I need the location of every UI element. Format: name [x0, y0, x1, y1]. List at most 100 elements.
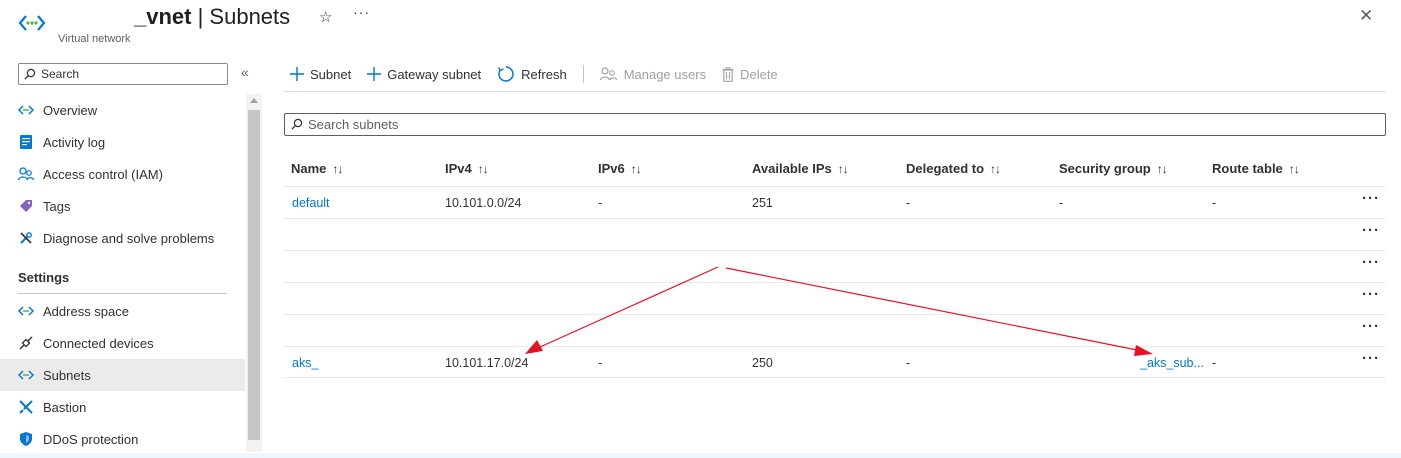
row-more-button[interactable]: ···	[1362, 287, 1380, 302]
add-gateway-subnet-button[interactable]: Gateway subnet	[367, 67, 481, 82]
sidebar-item-label: Connected devices	[43, 335, 154, 351]
row-more-button[interactable]: ···	[1362, 319, 1380, 334]
delete-label: Delete	[740, 66, 778, 82]
column-header-route-table[interactable]: Route table ↑↓	[1212, 161, 1300, 176]
sidebar-search-input[interactable]: Search	[18, 63, 228, 85]
row-more-button[interactable]: ···	[1362, 351, 1380, 366]
sidebar-item-label: Diagnose and solve problems	[43, 230, 215, 246]
row-more-button[interactable]: ···	[1362, 223, 1380, 238]
resource-type-label: Virtual network	[58, 33, 131, 45]
plus-icon	[290, 67, 304, 81]
sort-icon: ↑↓	[477, 162, 489, 176]
people-icon	[599, 67, 618, 81]
manage-users-label: Manage users	[623, 66, 707, 82]
settings-section-label: Settings	[18, 270, 70, 285]
sidebar-scrollbar[interactable]	[246, 94, 262, 452]
toolbar-divider	[283, 91, 1386, 92]
section-divider	[18, 293, 227, 294]
available-ips-cell: 250	[752, 356, 773, 370]
search-subnets-input[interactable]: Search subnets	[284, 113, 1386, 136]
column-header-delegated-to[interactable]: Delegated to ↑↓	[906, 161, 1001, 176]
refresh-icon	[497, 65, 515, 83]
subnet-name-link[interactable]: default	[292, 196, 330, 210]
subnet-name-link[interactable]: aks_	[292, 356, 318, 370]
ipv4-cell: 10.101.0.0/24	[445, 196, 522, 210]
vnet-icon	[18, 367, 34, 383]
sort-icon: ↑↓	[1288, 162, 1300, 176]
refresh-label: Refresh	[521, 66, 567, 82]
sort-icon: ↑↓	[332, 162, 343, 176]
sidebar-item-label: Bastion	[43, 399, 87, 415]
table-row[interactable]: ···	[283, 314, 1386, 346]
sidebar-item-label: Tags	[43, 198, 71, 214]
collapse-sidebar-button[interactable]: «	[241, 64, 249, 80]
sidebar-item-bastion[interactable]: Bastion	[0, 391, 245, 423]
sort-icon: ↑↓	[630, 162, 642, 176]
activity-log-icon	[18, 134, 34, 150]
column-header-name[interactable]: Name ↑↓	[291, 161, 343, 176]
favorite-star-icon[interactable]: ☆	[319, 8, 332, 26]
manage-users-button[interactable]: Manage users	[599, 66, 707, 82]
sidebar-item-overview[interactable]: Overview	[0, 94, 245, 126]
sidebar-item-access-control[interactable]: Access control (IAM)	[0, 158, 245, 190]
plus-icon	[367, 67, 382, 81]
close-button[interactable]: ✕	[1359, 6, 1373, 26]
delete-button[interactable]: Delete	[722, 67, 778, 82]
command-bar: Subnet Gateway subnet Refresh Manage use…	[290, 63, 794, 85]
bastion-icon	[18, 399, 34, 415]
sidebar-item-diagnose[interactable]: Diagnose and solve problems	[0, 222, 245, 254]
sort-icon: ↑↓	[990, 162, 1001, 176]
sidebar-item-tags[interactable]: Tags	[0, 190, 245, 222]
vnet-icon	[18, 15, 46, 31]
row-more-button[interactable]: ···	[1362, 191, 1380, 206]
table-row[interactable]: ···	[283, 250, 1386, 282]
security-group-link[interactable]: _aks_sub...	[1140, 356, 1204, 370]
sidebar-item-activity-log[interactable]: Activity log	[0, 126, 245, 158]
page-title: _vnet | Subnets	[134, 4, 291, 29]
sidebar-item-connected-devices[interactable]: Connected devices	[0, 327, 245, 359]
toolbar-separator	[582, 65, 584, 83]
sidebar-search-placeholder: Search	[41, 67, 80, 81]
column-header-ipv6[interactable]: IPv6 ↑↓	[598, 161, 642, 176]
available-ips-cell: 251	[752, 196, 773, 210]
row-more-button[interactable]: ···	[1362, 255, 1380, 270]
ipv4-cell: 10.101.17.0/24	[445, 356, 529, 370]
bottom-bar	[0, 453, 1401, 458]
search-icon	[24, 68, 36, 80]
add-subnet-label: Subnet	[310, 66, 352, 82]
security-group-cell: -	[1059, 196, 1064, 210]
column-header-available-ips[interactable]: Available IPs ↑↓	[752, 161, 849, 176]
ipv6-cell: -	[598, 196, 603, 210]
scrollbar-thumb[interactable]	[248, 110, 260, 440]
sidebar-item-label: Overview	[43, 102, 98, 118]
search-icon	[291, 118, 303, 130]
column-header-ipv4[interactable]: IPv4 ↑↓	[445, 161, 489, 176]
sidebar-item-label: Activity log	[43, 134, 106, 150]
refresh-button[interactable]: Refresh	[497, 65, 567, 83]
scroll-up-arrow-icon[interactable]	[250, 98, 258, 103]
sidebar-item-label: Access control (IAM)	[43, 166, 163, 182]
column-header-security-group[interactable]: Security group ↑↓	[1059, 161, 1168, 176]
ipv6-cell: -	[598, 356, 603, 370]
shield-icon	[18, 431, 34, 447]
sort-icon: ↑↓	[1156, 162, 1168, 176]
delegated-cell: -	[906, 196, 911, 210]
plug-icon	[18, 335, 34, 351]
table-row[interactable]: aks_ 10.101.17.0/24 - 250 - _aks_sub... …	[283, 346, 1386, 378]
wrench-icon	[18, 230, 34, 246]
route-table-cell: -	[1212, 356, 1217, 370]
table-row[interactable]: default 10.101.0.0/24 - 251 - - - ···	[283, 186, 1386, 218]
add-subnet-button[interactable]: Subnet	[290, 67, 351, 82]
table-row[interactable]: ···	[283, 282, 1386, 314]
more-options-button[interactable]: ···	[353, 4, 370, 20]
delegated-cell: -	[906, 356, 911, 370]
sidebar-item-address-space[interactable]: Address space	[0, 295, 245, 327]
sidebar-item-subnets[interactable]: Subnets	[0, 359, 245, 391]
sidebar-item-label: DDoS protection	[43, 431, 139, 447]
trash-icon	[722, 66, 734, 82]
sidebar-item-label: Address space	[43, 303, 129, 319]
table-row[interactable]: ···	[283, 218, 1386, 250]
sidebar-item-ddos-protection[interactable]: DDoS protection	[0, 423, 245, 455]
search-subnets-placeholder: Search subnets	[308, 117, 399, 132]
vnet-icon	[18, 303, 34, 319]
